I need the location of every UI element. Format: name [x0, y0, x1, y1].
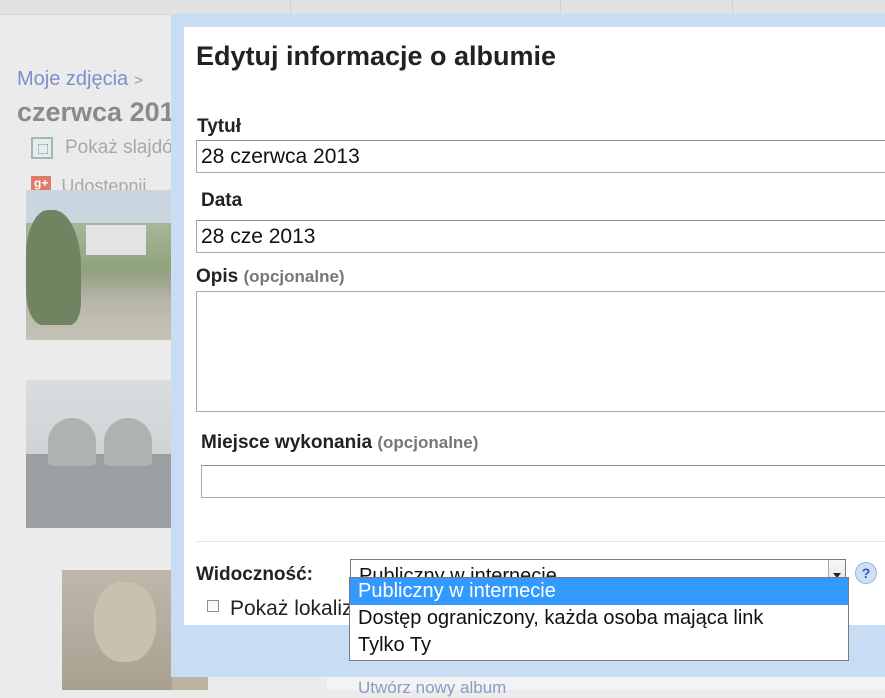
top-tab[interactable] [560, 0, 731, 14]
photo-dome [104, 418, 152, 466]
photo-building [86, 225, 146, 255]
visibility-option-link[interactable]: Dostęp ograniczony, każda osoba mająca l… [350, 605, 848, 632]
slideshow-label: Pokaż slajdów [65, 137, 187, 159]
date-label: Data [201, 190, 243, 211]
help-icon[interactable]: ? [855, 562, 877, 584]
visibility-option-public[interactable]: Publiczny w internecie [350, 578, 848, 605]
photo-thumbnail[interactable] [26, 190, 171, 340]
create-album-link[interactable]: Utwórz nowy album [358, 678, 506, 698]
title-input[interactable] [196, 140, 885, 173]
fullscreen-icon [31, 137, 53, 159]
description-hint: (opcjonalne) [243, 267, 345, 286]
photo-dome [48, 418, 96, 466]
photo-thumbnail[interactable] [26, 380, 171, 528]
visibility-dropdown-list: Publiczny w internecie Dostęp ograniczon… [349, 577, 849, 661]
visibility-label: Widoczność: [196, 564, 313, 585]
location-label: Miejsce wykonania (opcjonalne) [201, 432, 478, 454]
photo-statue [94, 582, 156, 662]
top-tab[interactable] [732, 0, 883, 14]
photo-tree [26, 210, 81, 325]
location-hint: (opcjonalne) [377, 433, 479, 452]
description-label-text: Opis [196, 266, 239, 287]
breadcrumb: Moje zdjęcia > [17, 68, 143, 91]
top-tab[interactable] [290, 0, 371, 14]
photo-thumbnail[interactable] [62, 570, 172, 690]
location-input[interactable] [201, 465, 885, 498]
top-bar [0, 0, 885, 15]
divider [196, 541, 885, 542]
visibility-option-only-you[interactable]: Tylko Ty [350, 632, 848, 659]
title-label: Tytuł [197, 116, 241, 137]
dialog-title: Edytuj informacje o albumie [196, 41, 557, 71]
breadcrumb-link-my-photos[interactable]: Moje zdjęcia [17, 68, 128, 90]
location-label-text: Miejsce wykonania [201, 432, 373, 453]
show-location-checkbox[interactable] [207, 600, 219, 612]
breadcrumb-separator: > [134, 72, 143, 89]
description-label: Opis (opcjonalne) [196, 266, 345, 288]
slideshow-button[interactable]: Pokaż slajdów [31, 137, 186, 159]
google-plus-icon: g+ [31, 176, 52, 190]
dialog-body: Edytuj informacje o albumie Tytuł Data O… [184, 27, 885, 625]
description-textarea[interactable] [196, 291, 885, 412]
album-title: czerwca 2013 [17, 97, 190, 127]
date-input[interactable] [196, 220, 885, 253]
